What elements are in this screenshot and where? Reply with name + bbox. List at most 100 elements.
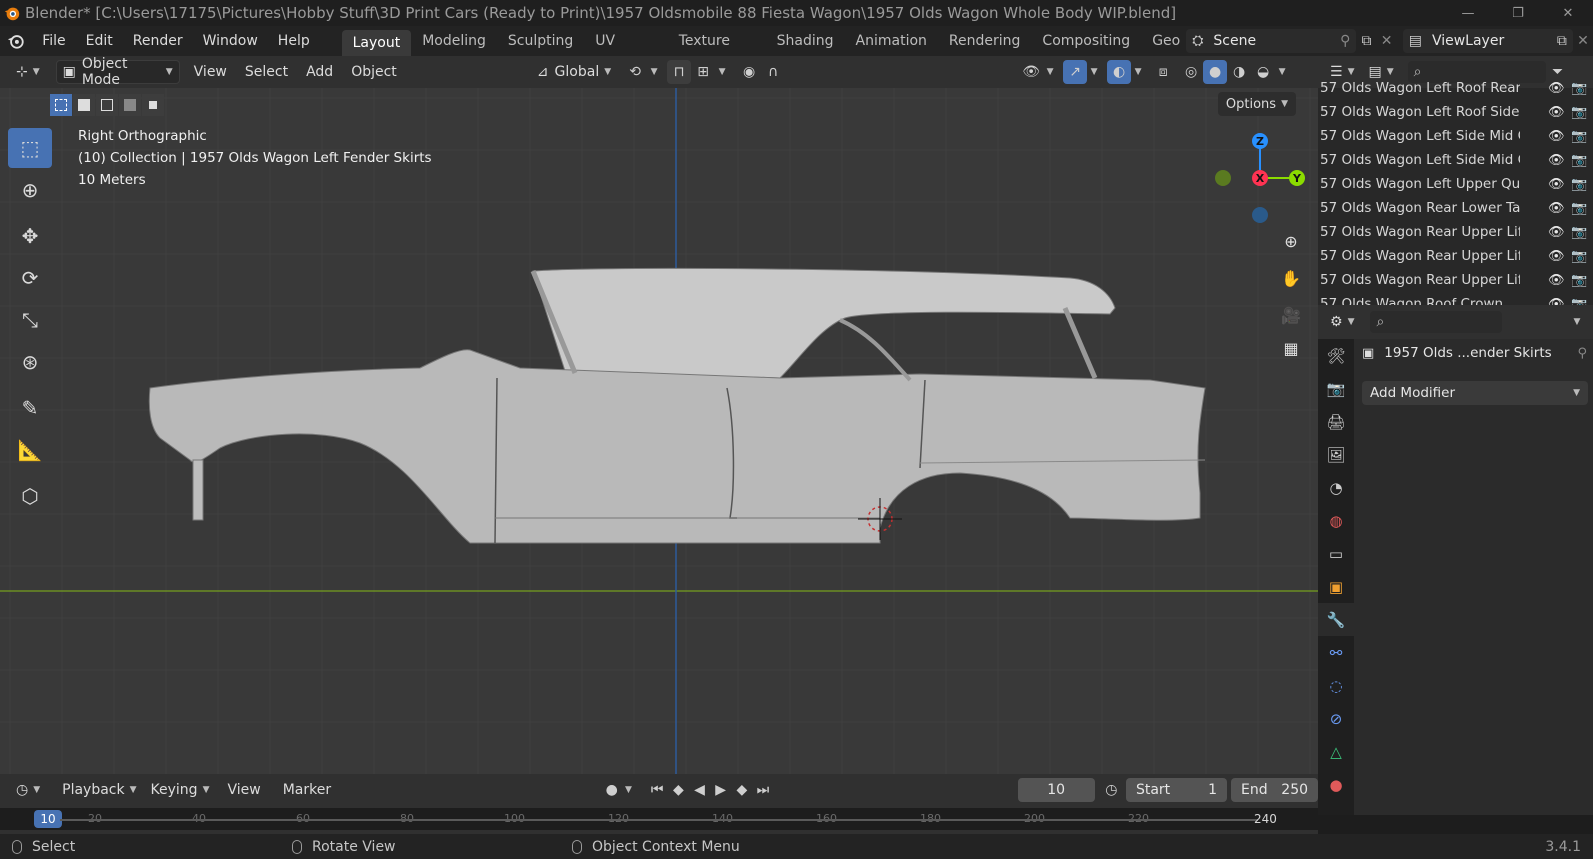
properties-editor-type-selector[interactable]: ⚙ ▼: [1324, 310, 1360, 334]
play-icon[interactable]: ▶: [710, 778, 731, 802]
timeline-view-menu[interactable]: View: [221, 778, 266, 802]
properties-options-icon[interactable]: ▼: [1565, 310, 1589, 334]
timeline-scrollbar[interactable]: [60, 819, 1258, 821]
delete-scene-icon[interactable]: ✕: [1377, 29, 1397, 53]
eye-icon[interactable]: 👁: [1548, 201, 1565, 216]
preview-range-icon[interactable]: ◷: [1101, 778, 1122, 802]
gizmo-toggle-icon[interactable]: ↗: [1063, 60, 1088, 84]
workspace-tab-geometry-nodes[interactable]: Geo: [1141, 26, 1184, 56]
select-invert-icon[interactable]: [119, 94, 141, 116]
scene-selector[interactable]: ⛭ Scene ⚲: [1186, 29, 1357, 53]
new-scene-icon[interactable]: ⧉: [1356, 29, 1376, 53]
workspace-tab-compositing[interactable]: Compositing: [1031, 26, 1141, 56]
delete-view-layer-icon[interactable]: ✕: [1573, 29, 1593, 53]
minimize-button[interactable]: —: [1443, 0, 1493, 26]
wireframe-shading-icon[interactable]: ◎: [1179, 60, 1203, 84]
add-modifier-dropdown[interactable]: Add Modifier ▼: [1362, 381, 1588, 405]
workspace-tab-shading[interactable]: Shading: [766, 26, 845, 56]
select-new-icon[interactable]: [50, 94, 72, 116]
keying-menu[interactable]: Keying ▼: [145, 778, 216, 802]
menu-edit[interactable]: Edit: [76, 26, 123, 56]
eye-icon[interactable]: 👁: [1548, 297, 1565, 306]
camera-icon[interactable]: 📷: [1571, 105, 1587, 120]
scale-tool-icon[interactable]: ⤡: [8, 300, 52, 340]
eye-icon[interactable]: 👁: [1548, 105, 1565, 120]
overlay-toggle-icon[interactable]: ◐: [1107, 60, 1132, 84]
menu-window[interactable]: Window: [193, 26, 268, 56]
view-layer-tab-icon[interactable]: 🖼: [1318, 438, 1354, 471]
solid-shading-icon[interactable]: ●: [1203, 60, 1228, 84]
outliner-row[interactable]: 57 Olds Wagon Rear Upper Liftg 👁 📷: [1318, 268, 1593, 292]
gizmo-caret-icon[interactable]: ▼: [1087, 60, 1101, 84]
navigation-gizmo[interactable]: Z Y X: [1210, 128, 1310, 228]
menu-file[interactable]: File: [32, 26, 75, 56]
outliner-row[interactable]: 57 Olds Wagon Rear Lower Tail 👁 📷: [1318, 196, 1593, 220]
visibility-selectability-icon[interactable]: 👁: [1019, 60, 1043, 84]
eye-icon[interactable]: 👁: [1548, 81, 1565, 96]
current-frame-indicator[interactable]: 10: [34, 810, 62, 828]
eye-icon[interactable]: 👁: [1548, 225, 1565, 240]
menu-view[interactable]: View: [188, 60, 233, 84]
workspace-tab-animation[interactable]: Animation: [845, 26, 938, 56]
workspace-tab-texture-paint[interactable]: Texture Paint: [668, 26, 766, 79]
menu-add[interactable]: Add: [300, 60, 339, 84]
workspace-tab-layout[interactable]: Layout: [341, 30, 412, 56]
scene-tab-icon[interactable]: ◔: [1318, 471, 1354, 504]
snap-target-icon[interactable]: ⊞: [691, 60, 715, 84]
annotate-tool-icon[interactable]: ✎: [8, 388, 52, 428]
select-intersect-icon[interactable]: [142, 94, 164, 116]
neg-z-axis-handle[interactable]: [1252, 207, 1268, 223]
auto-keying-icon[interactable]: ●: [601, 778, 622, 802]
timeline-editor-type-selector[interactable]: ◷ ▼: [10, 778, 46, 802]
camera-icon[interactable]: 📷: [1571, 81, 1587, 96]
eye-icon[interactable]: 👁: [1548, 153, 1565, 168]
camera-view-icon[interactable]: 🎥: [1275, 299, 1307, 331]
editor-type-selector[interactable]: ⊹ ▼: [10, 60, 46, 84]
xray-toggle-icon[interactable]: ⧈: [1151, 60, 1175, 84]
properties-search-input[interactable]: ⌕: [1370, 311, 1503, 333]
outliner-row[interactable]: 57 Olds Wagon Left Side Mid C- 👁 📷: [1318, 124, 1593, 148]
orthographic-toggle-icon[interactable]: ▦: [1275, 332, 1307, 364]
outliner-row[interactable]: 57 Olds Wagon Roof Crown 👁 📷: [1318, 292, 1593, 305]
select-extend-icon[interactable]: [73, 94, 95, 116]
neg-y-axis-handle[interactable]: [1215, 170, 1231, 186]
pivot-point-icon[interactable]: ⟲: [623, 60, 647, 84]
play-reverse-icon[interactable]: ◀: [689, 778, 710, 802]
maximize-button[interactable]: ❐: [1493, 0, 1543, 26]
camera-icon[interactable]: 📷: [1571, 273, 1587, 288]
camera-icon[interactable]: 📷: [1571, 177, 1587, 192]
jump-next-keyframe-icon[interactable]: ◆: [731, 778, 752, 802]
outliner-row[interactable]: 57 Olds Wagon Rear Upper Liftg 👁 📷: [1318, 220, 1593, 244]
new-view-layer-icon[interactable]: ⧉: [1557, 33, 1567, 49]
collection-tab-icon[interactable]: ▭: [1318, 537, 1354, 570]
outliner-row[interactable]: 57 Olds Wagon Left Roof Rear C 👁 📷: [1318, 76, 1593, 100]
material-tab-icon[interactable]: ●: [1318, 768, 1354, 801]
visibility-caret-icon[interactable]: ▼: [1043, 60, 1057, 84]
object-tab-icon[interactable]: ▣: [1318, 570, 1354, 603]
camera-icon[interactable]: 📷: [1571, 297, 1587, 306]
start-frame-field[interactable]: Start 1: [1125, 778, 1228, 802]
transform-orientation-selector[interactable]: ⊿ Global ▼: [531, 60, 617, 84]
output-tab-icon[interactable]: 🖨: [1318, 405, 1354, 438]
view-layer-selector[interactable]: ▤ ViewLayer ⧉: [1402, 29, 1573, 53]
move-tool-icon[interactable]: ✥: [8, 216, 52, 256]
modifiers-tab-icon[interactable]: 🔧: [1318, 603, 1354, 636]
marker-menu[interactable]: Marker: [277, 778, 337, 802]
constraints-tab-icon[interactable]: ⊘: [1318, 702, 1354, 735]
data-tab-icon[interactable]: △: [1318, 735, 1354, 768]
3d-viewport[interactable]: Options ▼ Right Orthographic (10) Collect…: [0, 88, 1318, 774]
outliner-row[interactable]: 57 Olds Wagon Left Roof Side B 👁 📷: [1318, 100, 1593, 124]
add-cube-tool-icon[interactable]: ⬡: [8, 476, 52, 516]
outliner-row[interactable]: 57 Olds Wagon Left Side Mid C- 👁 📷: [1318, 148, 1593, 172]
pin-icon[interactable]: ⚲: [1577, 346, 1587, 361]
render-tab-icon[interactable]: 📷: [1318, 372, 1354, 405]
timeline-ruler[interactable]: 10 20406080100120140160180200220 240: [0, 808, 1318, 830]
jump-start-icon[interactable]: ⏮: [647, 778, 668, 802]
world-tab-icon[interactable]: ◍: [1318, 504, 1354, 537]
eye-icon[interactable]: 👁: [1548, 177, 1565, 192]
camera-icon[interactable]: 📷: [1571, 129, 1587, 144]
pivot-caret-icon[interactable]: ▼: [647, 60, 661, 84]
particles-tab-icon[interactable]: ⚯: [1318, 636, 1354, 669]
jump-prev-keyframe-icon[interactable]: ◆: [668, 778, 689, 802]
snap-caret-icon[interactable]: ▼: [715, 60, 729, 84]
